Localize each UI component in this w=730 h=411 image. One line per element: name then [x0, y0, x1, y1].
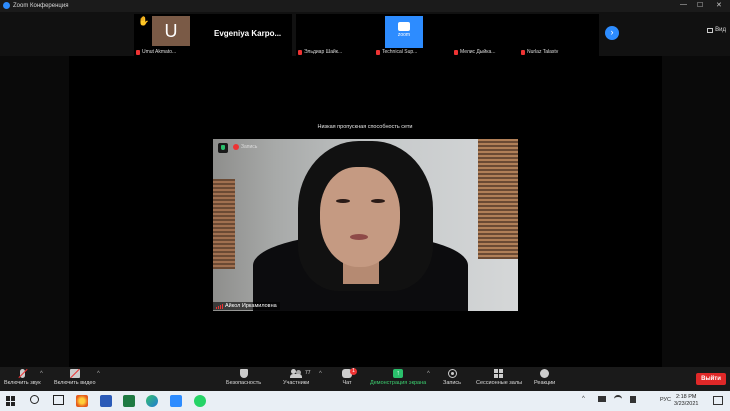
- task-view-icon[interactable]: [53, 395, 64, 405]
- next-page-button[interactable]: ›: [605, 26, 619, 40]
- reactions-label: Реакции: [534, 380, 556, 386]
- breakout-rooms-button[interactable]: Сессионные залы: [476, 369, 522, 386]
- minimize-button[interactable]: —: [680, 1, 687, 8]
- unmute-button[interactable]: Включить звук: [4, 368, 41, 386]
- low-bandwidth-warning: Низкая пропускная способность сети: [317, 124, 413, 130]
- participants-label: Участники: [283, 380, 310, 386]
- view-button[interactable]: Вид: [707, 27, 726, 33]
- chevron-right-icon: ›: [610, 27, 614, 37]
- zoom-app-icon: [3, 2, 10, 9]
- record-label: Запись: [443, 380, 462, 386]
- window-title: Zoom Конференция: [13, 2, 69, 9]
- leave-button[interactable]: Выйти: [696, 373, 726, 385]
- share-screen-icon: ↑: [393, 369, 404, 378]
- recording-label: Запись: [241, 144, 258, 150]
- participants-options-caret[interactable]: ^: [319, 371, 322, 377]
- meeting-toolbar: Включить звук ^ Включить видео ^ Безопас…: [0, 367, 730, 391]
- windows-taskbar: ^ РУС 2:18 PM 3/23/2021: [0, 391, 730, 411]
- participant-label: Umut Akmato...: [136, 49, 176, 55]
- battery-icon: [598, 396, 606, 402]
- notifications-icon[interactable]: [713, 396, 723, 405]
- clock-time: 2:18 PM: [675, 394, 697, 400]
- avatar: U: [152, 16, 190, 46]
- start-icon[interactable]: [6, 396, 16, 406]
- close-button[interactable]: ✕: [716, 1, 722, 9]
- grid-view-icon: [707, 27, 714, 33]
- participant-count: 77: [305, 370, 311, 376]
- zoom-logo-text: zoom: [397, 32, 411, 38]
- reactions-button[interactable]: Реакции: [534, 369, 555, 386]
- security-label: Безопасность: [226, 380, 262, 386]
- participant-strip: ✋ U Umut Akmato... Evgeniya Karpo... Эль…: [0, 12, 730, 56]
- maximize-button[interactable]: ☐: [697, 1, 703, 9]
- speaker-name-tag: Айкол Иркамиловна: [213, 302, 280, 310]
- breakout-rooms-label: Сессионные залы: [476, 380, 523, 386]
- start-video-label: Включить видео: [54, 380, 96, 386]
- volume-icon[interactable]: [630, 396, 636, 403]
- video-off-icon: [69, 368, 80, 379]
- speaker-name: Айкол Иркамиловна: [225, 303, 277, 309]
- raised-hand-icon: ✋: [138, 16, 150, 26]
- participant-name: Umut Akmato...: [142, 49, 177, 55]
- start-video-button[interactable]: Включить видео: [54, 368, 96, 386]
- participant-name: Nurlaz Talastv: [527, 49, 559, 55]
- view-label: Вид: [715, 27, 726, 33]
- app-title: Zoom Конференция: [3, 2, 68, 9]
- participant-label: Technical Sup...: [376, 49, 417, 55]
- participant-tile[interactable]: Evgeniya Karpo...: [212, 14, 292, 56]
- zoom-taskbar-icon[interactable]: [170, 395, 182, 407]
- participant-label: Мелис Дыйка...: [454, 49, 495, 55]
- share-options-caret[interactable]: ^: [427, 371, 430, 377]
- clock-date: 3/23/2021: [674, 401, 699, 407]
- recording-icon: [233, 144, 239, 150]
- system-clock[interactable]: 2:18 PM 3/23/2021: [674, 394, 698, 408]
- breakout-rooms-icon: [494, 369, 504, 378]
- participant-label: Nurlaz Talastv: [521, 49, 558, 55]
- participant-tile[interactable]: ✋ U Umut Akmato...: [134, 14, 214, 56]
- mic-off-icon: [298, 49, 302, 55]
- mic-off-icon: [376, 49, 380, 55]
- zoom-logo-icon: zoom: [385, 16, 423, 48]
- excel-icon[interactable]: [123, 395, 135, 407]
- input-language[interactable]: РУС: [660, 397, 671, 403]
- edge-icon[interactable]: [146, 395, 158, 407]
- mic-muted-icon: [18, 368, 28, 379]
- record-icon: [447, 369, 457, 378]
- participant-tile[interactable]: Nurlaz Talastv: [519, 14, 599, 56]
- firefox-icon[interactable]: [76, 395, 88, 407]
- word-icon[interactable]: [100, 395, 112, 407]
- share-screen-label: Демонстрация экрана: [370, 380, 427, 386]
- security-button[interactable]: Безопасность: [226, 369, 261, 386]
- participant-label: Эльдиар Шайк...: [298, 49, 342, 55]
- video-options-caret[interactable]: ^: [97, 371, 100, 377]
- participant-name: Evgeniya Karpo...: [214, 29, 282, 38]
- mic-off-icon: [454, 49, 458, 55]
- participant-name: Мелис Дыйка...: [460, 49, 496, 55]
- weak-signal-icon: [216, 303, 223, 309]
- whatsapp-icon[interactable]: [194, 395, 206, 407]
- encryption-shield-icon[interactable]: [218, 143, 228, 153]
- participants-icon: [290, 369, 303, 378]
- participant-name: Эльдиар Шайк...: [304, 49, 343, 55]
- record-button[interactable]: Запись: [443, 369, 461, 386]
- participant-name: Technical Sup...: [382, 49, 418, 55]
- share-screen-button[interactable]: ↑ Демонстрация экрана: [370, 369, 426, 386]
- active-speaker-video[interactable]: [213, 139, 518, 311]
- unmute-label: Включить звук: [4, 380, 41, 386]
- window-blind: [213, 179, 235, 269]
- shield-icon: [239, 369, 248, 378]
- window-title-bar: Zoom Конференция — ☐ ✕: [0, 0, 730, 12]
- chat-unread-badge: 1: [350, 368, 357, 375]
- window-blind: [478, 139, 518, 259]
- audio-options-caret[interactable]: ^: [40, 371, 43, 377]
- participant-tile[interactable]: zoom Technical Sup...: [374, 14, 454, 56]
- mic-off-icon: [521, 49, 525, 55]
- chat-label: Чат: [342, 380, 352, 386]
- reactions-icon: [540, 369, 550, 378]
- search-icon[interactable]: [30, 395, 39, 404]
- mic-off-icon: [136, 49, 140, 55]
- wifi-icon[interactable]: [614, 395, 622, 403]
- participant-tile[interactable]: Эльдиар Шайк...: [296, 14, 376, 56]
- tray-chevron-icon[interactable]: ^: [582, 396, 585, 402]
